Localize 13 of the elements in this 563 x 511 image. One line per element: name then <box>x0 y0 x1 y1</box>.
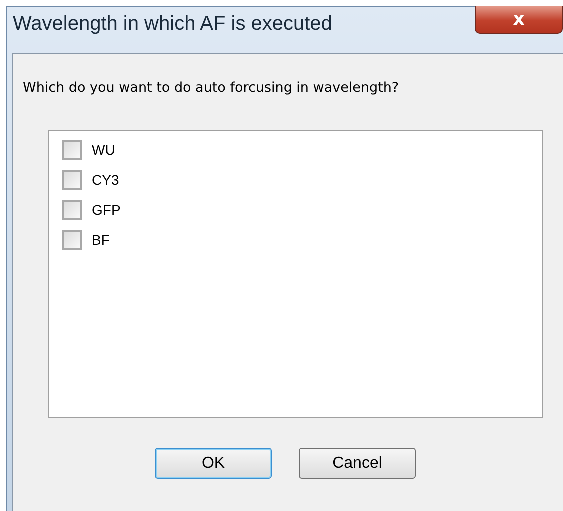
option-label: GFP <box>92 202 121 218</box>
close-button[interactable]: x <box>475 6 563 34</box>
checkbox[interactable] <box>62 200 82 220</box>
checkbox[interactable] <box>62 230 82 250</box>
ok-button[interactable]: OK <box>155 448 272 479</box>
window-title: Wavelength in which AF is executed <box>12 12 332 36</box>
option-label: CY3 <box>92 172 120 188</box>
cancel-button[interactable]: Cancel <box>299 448 416 479</box>
checkbox[interactable] <box>62 170 82 190</box>
option-label: WU <box>92 142 116 158</box>
option-label: BF <box>92 232 110 248</box>
prompt-text: Which do you want to do auto forcusing in wavelength? <box>23 80 400 96</box>
checkbox[interactable] <box>62 140 82 160</box>
